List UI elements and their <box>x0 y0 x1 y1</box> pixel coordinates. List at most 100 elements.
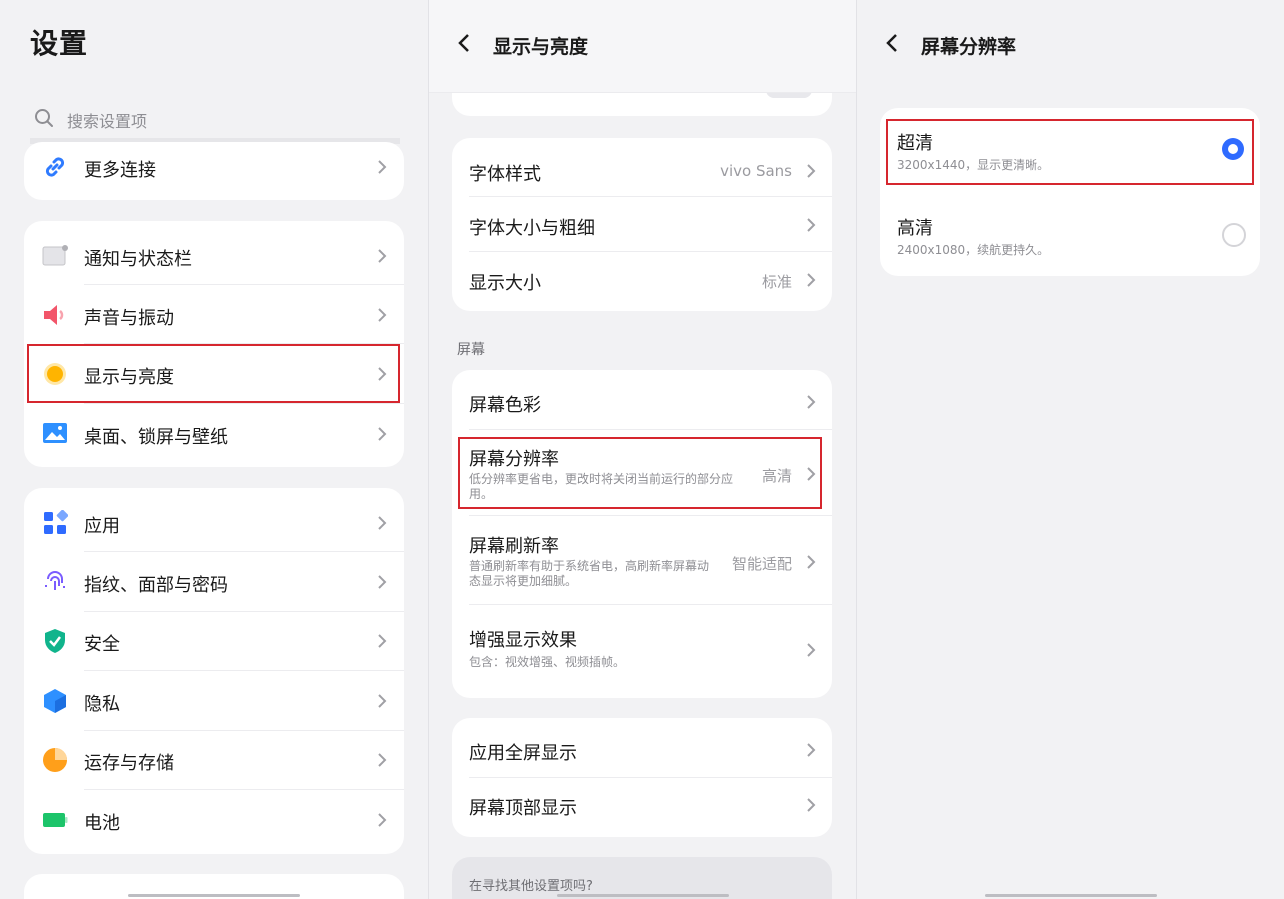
settings-item-more-connect[interactable]: 更多连接 <box>24 142 404 200</box>
font-size-label: 字体大小与粗细 <box>469 218 595 239</box>
chevron-right-icon <box>378 694 387 708</box>
search-icon <box>35 109 53 127</box>
chevron-right-icon <box>378 249 387 263</box>
screen-color-label: 屏幕色彩 <box>469 395 541 416</box>
home-indicator[interactable] <box>128 894 300 897</box>
chevron-right-icon <box>807 164 816 178</box>
enhance-display-label: 增强显示效果 <box>469 630 577 651</box>
chevron-right-icon <box>378 575 387 589</box>
other-settings-card[interactable]: 在寻找其他设置项吗? <box>452 857 832 899</box>
chevron-right-icon <box>378 813 387 827</box>
option-desc: 2400x1080，续航更持久。 <box>897 243 1050 257</box>
settings-item-privacy[interactable]: 隐私 <box>24 671 404 730</box>
refresh-rate-value: 智能适配 <box>731 555 792 573</box>
chevron-right-icon <box>807 555 816 569</box>
refresh-rate-desc: 普通刷新率有助于系统省电，高刷新率屏幕动态显示将更加细腻。 <box>469 559 710 588</box>
screen-resolution-panel: 屏幕分辨率 超清 3200x1440，显示更清晰。 高清 2400x1080，续… <box>857 0 1284 899</box>
enhance-display-desc: 包含：视效增强、视频插帧。 <box>469 655 626 669</box>
highlight-resolution-item <box>458 437 822 509</box>
chevron-right-icon <box>378 634 387 648</box>
settings-group-connect: 更多连接 <box>24 142 404 200</box>
font-style-label: 字体样式 <box>469 164 541 185</box>
chevron-right-icon <box>807 798 816 812</box>
shield-icon <box>45 629 65 653</box>
chevron-right-icon <box>378 753 387 767</box>
settings-item-security[interactable]: 安全 <box>24 612 404 670</box>
app-fullscreen-item[interactable]: 应用全屏显示 <box>452 718 832 777</box>
chevron-right-icon <box>807 218 816 232</box>
back-icon[interactable] <box>885 33 899 53</box>
highlight-display-item <box>27 344 400 403</box>
settings-group-system: 应用 指纹、面部与密码 安全 隐私 运存与存储 电池 <box>24 488 404 854</box>
page-title: 屏幕分辨率 <box>921 36 1017 58</box>
home-indicator[interactable] <box>985 894 1157 897</box>
settings-item-notification[interactable]: 通知与状态栏 <box>24 226 404 284</box>
header-bar: 屏幕分辨率 <box>857 0 1284 92</box>
chevron-right-icon <box>807 395 816 409</box>
settings-item-label: 指纹、面部与密码 <box>84 575 228 596</box>
chevron-right-icon <box>807 743 816 757</box>
settings-item-apps[interactable]: 应用 <box>24 493 404 551</box>
fingerprint-icon <box>45 571 65 590</box>
settings-panel: 设置 搜索设置项 更多连接 通知与状态栏 声音与振动 显示与亮度 桌面、锁屏与壁… <box>0 0 428 899</box>
battery-icon <box>43 813 68 827</box>
settings-item-wallpaper[interactable]: 桌面、锁屏与壁纸 <box>24 404 404 462</box>
font-settings-card: 字体样式 vivo Sans 字体大小与粗细 显示大小 标准 <box>452 138 832 311</box>
storage-icon <box>43 748 67 772</box>
search-bar[interactable]: 搜索设置项 <box>30 100 400 144</box>
font-style-value: vivo Sans <box>720 162 792 180</box>
display-size-item[interactable]: 显示大小 标准 <box>452 252 832 311</box>
apps-icon <box>44 510 68 534</box>
settings-item-sound[interactable]: 声音与振动 <box>24 285 404 343</box>
chevron-right-icon <box>807 643 816 657</box>
screen-settings-card: 屏幕色彩 屏幕分辨率 低分辨率更省电，更改时将关闭当前运行的部分应用。 高清 屏… <box>452 370 832 698</box>
settings-item-label: 声音与振动 <box>84 308 174 329</box>
privacy-icon <box>44 689 66 713</box>
chevron-right-icon <box>378 160 387 174</box>
link-icon <box>45 157 65 177</box>
section-title-screen: 屏幕 <box>457 342 485 358</box>
settings-item-label: 更多连接 <box>84 160 156 181</box>
screen-color-item[interactable]: 屏幕色彩 <box>452 370 832 429</box>
home-indicator[interactable] <box>557 894 729 897</box>
page-title: 显示与亮度 <box>493 36 589 58</box>
chevron-right-icon <box>378 427 387 441</box>
font-style-item[interactable]: 字体样式 vivo Sans <box>452 138 832 196</box>
settings-item-label: 通知与状态栏 <box>84 249 192 270</box>
resolution-option-hd[interactable]: 高清 2400x1080，续航更持久。 <box>880 192 1260 276</box>
speaker-icon <box>44 305 64 325</box>
other-settings-text: 在寻找其他设置项吗? <box>469 879 593 894</box>
page-title: 设置 <box>30 27 89 60</box>
settings-item-label: 桌面、锁屏与壁纸 <box>84 427 228 448</box>
settings-item-label: 电池 <box>84 813 120 834</box>
highlight-uhd-option <box>886 119 1254 185</box>
settings-item-label: 隐私 <box>84 694 120 715</box>
settings-item-storage[interactable]: 运存与存储 <box>24 731 404 789</box>
settings-item-label: 安全 <box>84 634 120 655</box>
settings-item-fingerprint[interactable]: 指纹、面部与密码 <box>24 552 404 611</box>
refresh-rate-item[interactable]: 屏幕刷新率 普通刷新率有助于系统省电，高刷新率屏幕动态显示将更加细腻。 智能适配 <box>452 516 832 604</box>
chevron-right-icon <box>378 308 387 322</box>
header-bar: 显示与亮度 <box>429 0 856 93</box>
display-size-label: 显示大小 <box>469 273 541 294</box>
settings-item-label: 运存与存储 <box>84 753 174 774</box>
app-fullscreen-label: 应用全屏显示 <box>469 743 577 764</box>
enhance-display-item[interactable]: 增强显示效果 包含：视效增强、视频插帧。 <box>452 605 832 698</box>
settings-item-label: 应用 <box>84 516 120 537</box>
back-icon[interactable] <box>457 33 471 53</box>
refresh-rate-label: 屏幕刷新率 <box>469 536 559 557</box>
screen-top-display-item[interactable]: 屏幕顶部显示 <box>452 778 832 837</box>
chevron-right-icon <box>807 273 816 287</box>
font-size-item[interactable]: 字体大小与粗细 <box>452 197 832 252</box>
display-brightness-panel: 显示与亮度 字体样式 vivo Sans 字体大小与粗细 显示大小 标准 屏幕 … <box>429 0 856 899</box>
settings-item-battery[interactable]: 电池 <box>24 790 404 850</box>
chevron-right-icon <box>378 516 387 530</box>
display-size-value: 标准 <box>761 273 792 291</box>
notification-icon <box>42 245 68 266</box>
wallpaper-icon <box>43 423 67 443</box>
fullscreen-card: 应用全屏显示 屏幕顶部显示 <box>452 718 832 837</box>
option-label: 高清 <box>897 218 933 239</box>
radio-unselected[interactable] <box>1222 223 1246 247</box>
search-placeholder: 搜索设置项 <box>67 112 148 131</box>
screen-top-display-label: 屏幕顶部显示 <box>469 798 577 819</box>
